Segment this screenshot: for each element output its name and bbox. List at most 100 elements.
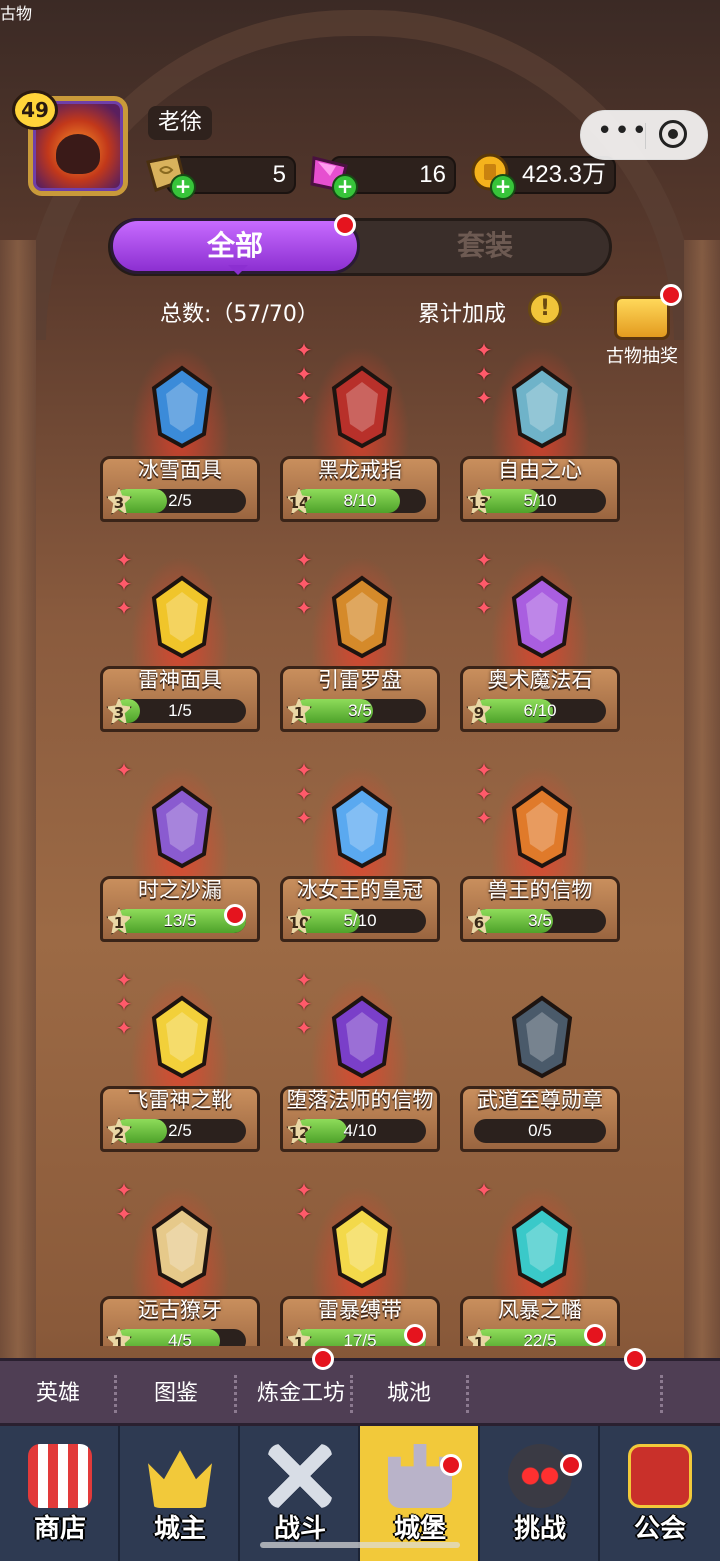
relic-card[interactable]: ✦ ✦ ✦ 飞雷神之靴 2/5 2 <box>100 966 260 1156</box>
add-gold-button[interactable]: + <box>490 174 516 200</box>
relic-progress-text: 4/5 <box>168 1331 192 1346</box>
info-icon[interactable]: ! <box>528 292 562 326</box>
relic-art-icon <box>331 1205 393 1289</box>
alchemy-notification-dot <box>312 1348 334 1370</box>
star-icon: ✦ <box>295 758 313 782</box>
castle-icon <box>388 1444 452 1508</box>
relic-name: 堕落法师的信物 <box>286 1088 434 1112</box>
subnav-heroes[interactable]: 英雄 <box>0 1361 116 1427</box>
subnav-codex[interactable]: 图鉴 <box>118 1361 234 1427</box>
relic-art-icon <box>151 995 213 1079</box>
relic-art-icon <box>511 1205 573 1289</box>
relic-card[interactable]: ✦ 风暴之幡 22/5 1 <box>460 1176 620 1346</box>
more-icon[interactable]: ••• <box>597 118 649 144</box>
relic-name: 武道至尊勋章 <box>477 1088 603 1112</box>
nav-lord[interactable]: 城主 <box>120 1426 240 1561</box>
relic-progress-text: 8/10 <box>343 491 377 510</box>
relic-card[interactable]: ✦ ✦ ✦ 堕落法师的信物 4/10 12 <box>280 966 440 1156</box>
relic-card[interactable]: ✦ ✦ 雷暴缚带 17/5 1 <box>280 1176 440 1346</box>
relic-card[interactable]: ✦ ✦ ✦ 自由之心 5/10 13 <box>460 336 620 526</box>
subnav-alchemy[interactable]: 炼金工坊 <box>236 1361 366 1427</box>
relic-stars: ✦ ✦ ✦ <box>294 760 318 832</box>
relic-card[interactable]: ✦ ✦ ✦ 奥术魔法石 6/10 9 <box>460 546 620 736</box>
relic-art-icon <box>511 575 573 659</box>
relic-progress-bar: 2/5 <box>114 489 246 513</box>
relic-stars: ✦ ✦ ✦ <box>114 970 138 1042</box>
nav-challenge[interactable]: 挑战 <box>480 1426 600 1561</box>
relic-card[interactable]: ✦ ✦ 远古獠牙 4/5 1 <box>100 1176 260 1346</box>
star-icon: ✦ <box>295 782 313 806</box>
relic-card[interactable]: ✦ ✦ ✦ 冰女王的皇冠 5/10 10 <box>280 756 440 946</box>
lottery-notification-dot <box>660 284 682 306</box>
add-gem-button[interactable]: + <box>332 174 358 200</box>
relic-notification-dot <box>584 1324 606 1346</box>
relic-card[interactable]: ✦ ✦ ✦ 雷神面具 1/5 3 <box>100 546 260 736</box>
relic-art-icon <box>331 575 393 659</box>
crown-chest-icon <box>614 296 670 340</box>
star-icon: ✦ <box>115 1202 133 1226</box>
nav-castle-label: 城堡 <box>393 1514 446 1544</box>
relic-card[interactable]: ✦ 时之沙漏 13/5 1 <box>100 756 260 946</box>
nav-shop[interactable]: 商店 <box>0 1426 120 1561</box>
relic-progress-text: 2/5 <box>168 1121 192 1140</box>
star-icon: ✦ <box>115 572 133 596</box>
relic-name: 冰雪面具 <box>138 458 222 482</box>
relic-stars: ✦ ✦ ✦ <box>294 970 318 1042</box>
relic-progress-bar: 0/5 <box>474 1119 606 1143</box>
relic-card[interactable]: ✦ ✦ ✦ 兽王的信物 3/5 6 <box>460 756 620 946</box>
relic-progress-text: 0/5 <box>528 1121 552 1140</box>
demon-face-icon <box>56 134 100 174</box>
gold-value: 423.3万 <box>521 161 606 188</box>
relic-progress-bar: 6/10 <box>474 699 606 723</box>
relic-stars: ✦ ✦ <box>294 1180 318 1228</box>
player-name: 老徐 <box>148 106 213 140</box>
nav-castle[interactable]: 城堡 <box>360 1426 480 1561</box>
star-icon: ✦ <box>475 548 493 572</box>
star-icon: ✦ <box>115 596 133 620</box>
relic-card[interactable]: ✦ ✦ ✦ 引雷罗盘 3/5 1 <box>280 546 440 736</box>
star-icon: ✦ <box>475 596 493 620</box>
relic-name: 雷神面具 <box>138 668 222 692</box>
relic-art-icon <box>151 365 213 449</box>
relic-stars: ✦ ✦ <box>114 1180 138 1228</box>
tab-all-notification-dot <box>334 214 356 236</box>
crossed-swords-icon <box>268 1444 332 1508</box>
relic-progress-bar: 3/5 <box>474 909 606 933</box>
relic-card[interactable]: 武道至尊勋章 0/5 <box>460 966 620 1156</box>
tab-set[interactable]: 套装 <box>380 218 590 274</box>
add-stone-button[interactable]: + <box>170 174 196 200</box>
relic-card[interactable]: 冰雪面具 2/5 3 <box>100 336 260 526</box>
subnav-city[interactable]: 城池 <box>352 1361 466 1427</box>
star-icon: ✦ <box>295 548 313 572</box>
star-icon: ✦ <box>115 992 133 1016</box>
relic-progress-bar: 8/10 <box>294 489 426 513</box>
relic-card[interactable]: ✦ ✦ ✦ 黑龙戒指 8/10 14 <box>280 336 440 526</box>
relic-progress-bar: 5/10 <box>294 909 426 933</box>
bottom-navigation: 商店 城主 战斗 城堡 挑战 公会 <box>0 1426 720 1561</box>
home-indicator <box>260 1542 460 1548</box>
relic-name: 冰女王的皇冠 <box>297 878 423 902</box>
nav-shop-label: 商店 <box>33 1514 86 1544</box>
relic-notification-dot <box>404 1324 426 1346</box>
nav-battle[interactable]: 战斗 <box>240 1426 360 1561</box>
relic-progress-text: 6/10 <box>523 701 557 720</box>
relic-progress-bar: 2/5 <box>114 1119 246 1143</box>
relic-art-icon <box>511 785 573 869</box>
star-icon: ✦ <box>475 338 493 362</box>
relic-progress-text: 3/5 <box>528 911 552 930</box>
star-icon: ✦ <box>295 572 313 596</box>
nav-guild[interactable]: 公会 <box>600 1426 720 1561</box>
nav-guild-label: 公会 <box>633 1514 686 1544</box>
relic-stars: ✦ ✦ ✦ <box>114 550 138 622</box>
star-icon: ✦ <box>295 968 313 992</box>
relic-progress-bar: 3/5 <box>294 699 426 723</box>
relic-progress-bar: 4/10 <box>294 1119 426 1143</box>
star-icon: ✦ <box>475 386 493 410</box>
relic-progress-text: 4/10 <box>343 1121 377 1140</box>
tab-all[interactable]: 全部 <box>110 218 360 275</box>
relic-stars: ✦ ✦ ✦ <box>474 760 498 832</box>
subnav-divider <box>466 1375 471 1413</box>
close-miniprogram-icon[interactable] <box>659 120 687 148</box>
relic-progress-text: 1/5 <box>168 701 192 720</box>
relic-name: 黑龙戒指 <box>318 458 402 482</box>
